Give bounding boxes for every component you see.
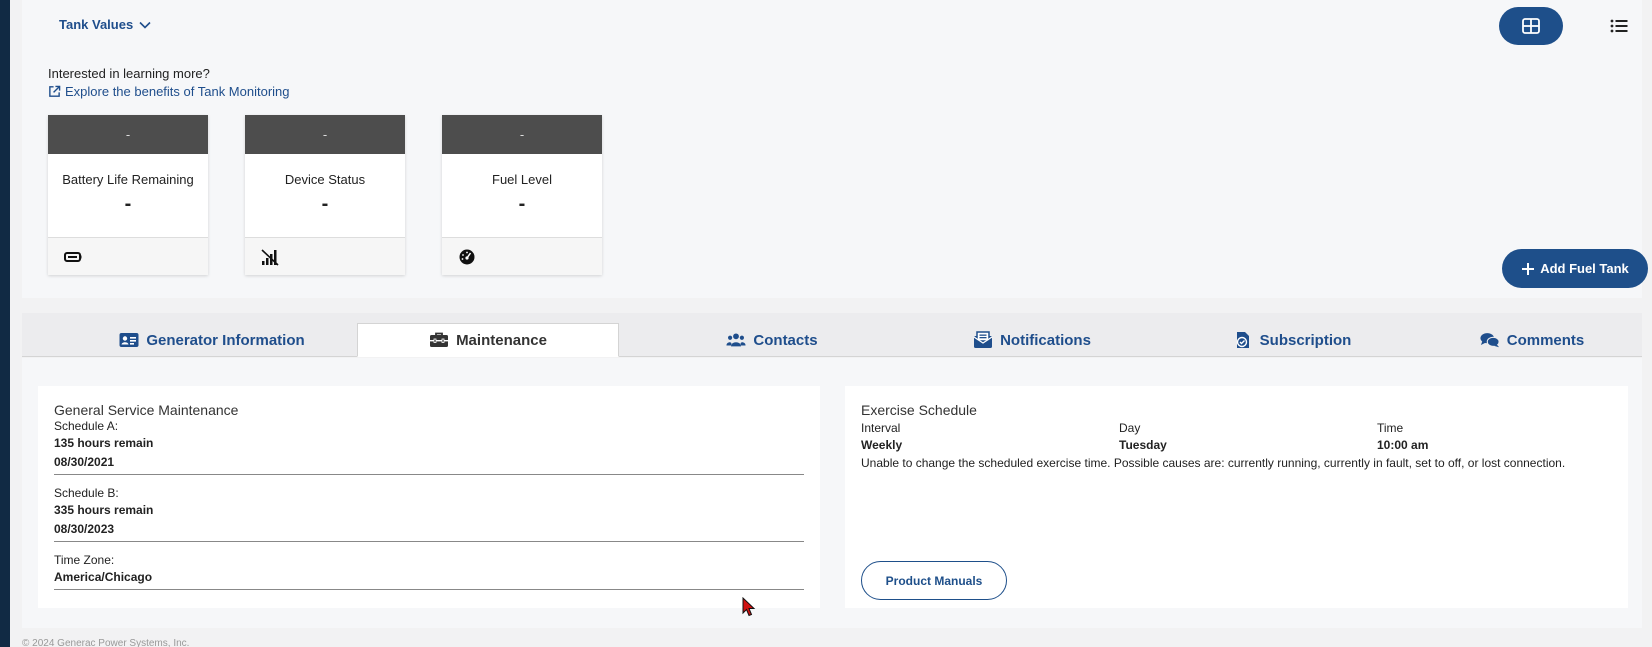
chevron-down-icon (139, 21, 151, 29)
card-label: Device Status (284, 172, 366, 187)
exercise-title: Exercise Schedule (861, 402, 977, 418)
day-label: Day (1119, 421, 1141, 435)
card-header: - (245, 115, 405, 154)
tab-maintenance[interactable]: Maintenance (357, 323, 619, 357)
schedule-a-group: Schedule A: 135 hours remain 08/30/2021 (54, 418, 804, 475)
id-card-icon (119, 333, 139, 347)
plus-icon (1522, 262, 1535, 275)
tab-label: Contacts (753, 331, 818, 349)
grid-view-button[interactable] (1499, 7, 1563, 45)
toolbox-icon (430, 332, 449, 347)
schedule-b-group: Schedule B: 335 hours remain 08/30/2023 (54, 485, 804, 542)
grid-icon (1522, 18, 1540, 34)
card-footer (442, 237, 602, 275)
tab-label: Comments (1506, 331, 1585, 349)
card-value: - (518, 193, 526, 215)
time-value: 10:00 am (1377, 438, 1429, 452)
signal-icon (261, 248, 279, 266)
battery-icon (64, 251, 82, 262)
tab-label: Notifications (1000, 331, 1091, 349)
battery-life-card: - Battery Life Remaining - (48, 115, 208, 275)
interval-value: Weekly (861, 438, 903, 452)
add-fuel-tank-button[interactable]: Add Fuel Tank (1502, 249, 1648, 288)
device-status-card: - Device Status - (245, 115, 405, 275)
subscription-icon (1236, 332, 1249, 348)
left-sidebar-strip (0, 0, 10, 647)
external-link-icon (49, 85, 61, 97)
explore-benefits-label: Explore the benefits of Tank Monitoring (65, 84, 290, 99)
footer-copyright: © 2024 Generac Power Systems, Inc. (22, 638, 190, 647)
learn-more-text: Interested in learning more? (48, 66, 210, 81)
schedule-b-date: 08/30/2023 (54, 522, 115, 536)
tab-subscription[interactable]: Subscription (1162, 323, 1422, 357)
interval-label: Interval (861, 421, 901, 435)
tank-values-label: Tank Values (59, 17, 134, 32)
exercise-grid: Interval Day Time Weekly Tuesday 10:00 a… (861, 420, 1612, 454)
schedule-b-hours: 335 hours remain (54, 503, 154, 517)
tab-label: Subscription (1259, 331, 1352, 349)
card-footer (245, 237, 405, 275)
timezone-value: America/Chicago (54, 570, 153, 584)
tank-values-panel: Tank Values Interested in learning more?… (22, 0, 1648, 298)
exercise-note: Unable to change the scheduled exercise … (861, 456, 1566, 470)
maintenance-title: General Service Maintenance (54, 402, 239, 418)
explore-benefits-link[interactable]: Explore the benefits of Tank Monitoring (48, 84, 290, 99)
schedule-a-hours: 135 hours remain (54, 436, 154, 450)
detail-tabs: Generator Information Maintenance Contac… (22, 313, 1642, 357)
card-label: Battery Life Remaining (62, 172, 194, 187)
timezone-group: Time Zone: America/Chicago (54, 552, 804, 590)
users-icon (726, 333, 746, 347)
comments-icon (1480, 333, 1500, 348)
card-value: - (124, 193, 132, 215)
schedule-a-label: Schedule A: (54, 419, 119, 433)
tab-generator-information[interactable]: Generator Information (62, 323, 362, 357)
tab-label: Generator Information (146, 331, 305, 349)
schedule-a-date: 08/30/2021 (54, 455, 115, 469)
card-value: - (321, 193, 329, 215)
day-value: Tuesday (1119, 438, 1167, 452)
general-service-maintenance-panel: General Service Maintenance Schedule A: … (38, 386, 820, 608)
mouse-cursor-icon (742, 597, 756, 617)
product-manuals-button[interactable]: Product Manuals (861, 561, 1007, 600)
envelope-icon (973, 331, 993, 348)
tab-label: Maintenance (456, 331, 547, 349)
time-label: Time (1377, 421, 1404, 435)
tab-notifications[interactable]: Notifications (902, 323, 1162, 357)
list-icon (1610, 19, 1628, 33)
timezone-label: Time Zone: (54, 553, 115, 567)
exercise-schedule-panel: Exercise Schedule Interval Day Time Week… (845, 386, 1628, 608)
card-header: - (442, 115, 602, 154)
card-footer (48, 237, 208, 275)
gauge-icon (459, 249, 475, 264)
add-fuel-tank-label: Add Fuel Tank (1540, 261, 1629, 276)
schedule-b-label: Schedule B: (54, 486, 119, 500)
tab-comments[interactable]: Comments (1422, 323, 1642, 357)
tab-contacts[interactable]: Contacts (642, 323, 902, 357)
list-view-button[interactable] (1602, 11, 1636, 41)
fuel-level-card: - Fuel Level - (442, 115, 602, 275)
card-header: - (48, 115, 208, 154)
tank-values-toggle[interactable]: Tank Values (59, 17, 152, 32)
card-label: Fuel Level (492, 172, 552, 187)
